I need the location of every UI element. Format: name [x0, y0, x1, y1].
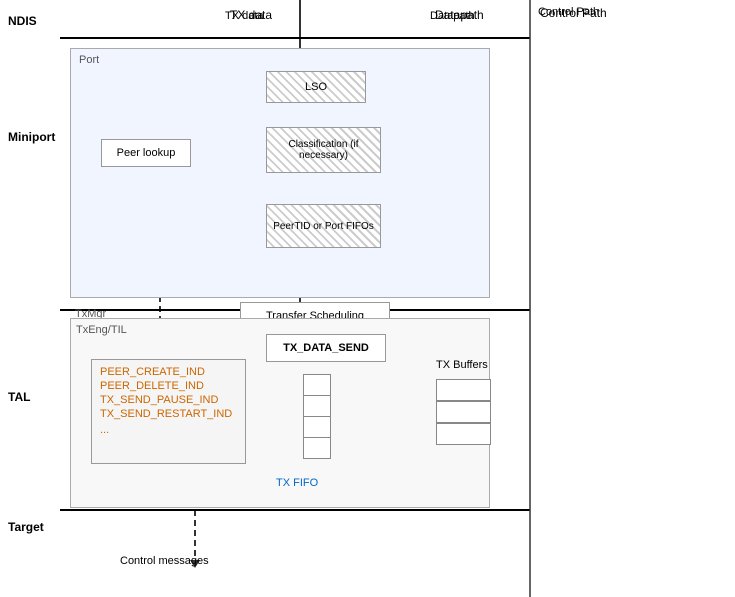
fifo-cell-2 — [303, 395, 331, 417]
tal-section: TxEng/TIL TX_DATA_SEND PEER_CREATE_IND P… — [70, 318, 490, 508]
peer-lookup-box: Peer lookup — [101, 139, 191, 167]
buffer-box-1 — [436, 379, 491, 401]
diagram-container: TX data Datapath Control Path TX data Da… — [0, 0, 735, 597]
tx-send-pause-text: TX_SEND_PAUSE_IND — [100, 394, 237, 406]
fifo-cell-1 — [303, 374, 331, 396]
tx-data-text: TX data — [225, 10, 264, 22]
buffer-box-2 — [436, 401, 491, 423]
tx-send-restart-text: TX_SEND_RESTART_IND — [100, 408, 237, 420]
fifo-cell-3 — [303, 416, 331, 438]
target-label: Target — [8, 520, 44, 534]
tal-label: TAL — [8, 390, 30, 404]
tx-fifo-label: TX FIFO — [276, 477, 318, 489]
control-messages-label: Control messages — [120, 555, 209, 567]
tx-buffers-label: TX Buffers — [436, 359, 488, 371]
classification-box: Classification (if necessary) — [266, 127, 381, 173]
tx-data-send-box: TX_DATA_SEND — [266, 334, 386, 362]
control-path-text: Control Path — [538, 5, 599, 19]
indications-box: PEER_CREATE_IND PEER_DELETE_IND TX_SEND_… — [91, 359, 246, 464]
ellipsis-text: ... — [100, 424, 237, 436]
peer-create-text: PEER_CREATE_IND — [100, 366, 237, 378]
peer-delete-text: PEER_DELETE_IND — [100, 380, 237, 392]
miniport-label: Miniport — [8, 130, 55, 144]
fifo-column — [303, 374, 331, 459]
txeng-til-label: TxEng/TIL — [76, 324, 127, 336]
peertid-box: PeerTID or Port FIFOs — [266, 204, 381, 248]
port-section: Port LSO Peer lookup Classification (if … — [70, 48, 490, 298]
datapath-text: Datapath — [430, 10, 475, 22]
fifo-cell-4 — [303, 437, 331, 459]
port-title: Port — [79, 54, 99, 66]
buffer-box-3 — [436, 423, 491, 445]
ndis-label: NDIS — [8, 14, 37, 28]
lso-box: LSO — [266, 71, 366, 103]
